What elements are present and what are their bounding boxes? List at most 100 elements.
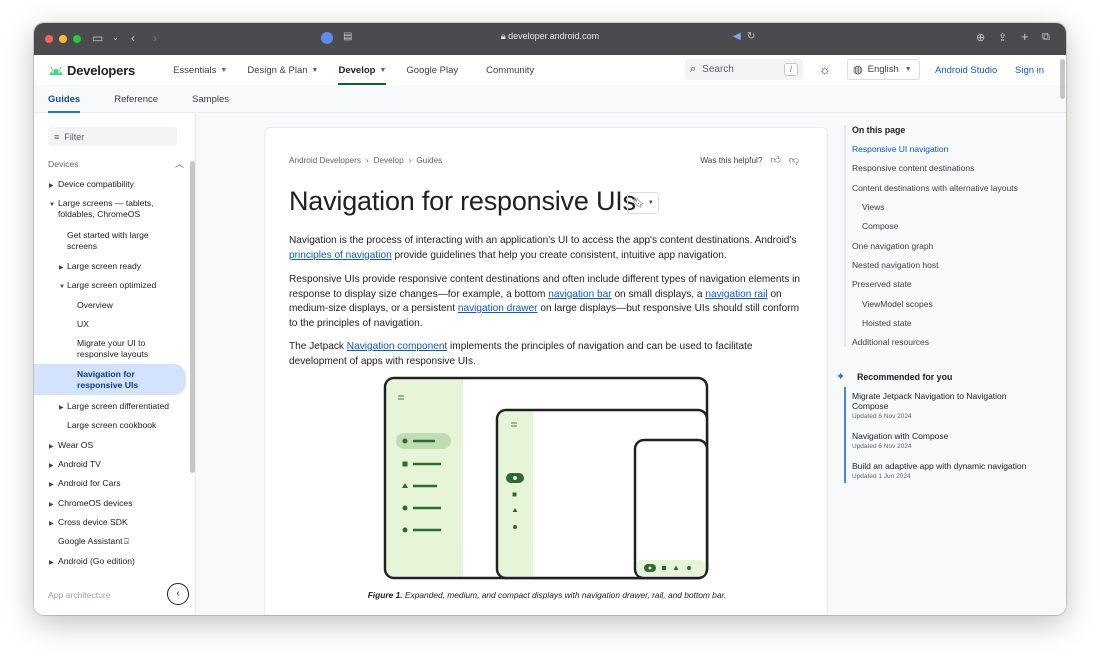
nav-item-label: Devices [48, 159, 79, 169]
nav-item-get-started[interactable]: Get started with large screens [34, 230, 186, 254]
nav-item-label: Wear OS [58, 440, 94, 450]
nav-item-label: Overview [77, 300, 113, 310]
navigation-component-link[interactable]: Navigation component [347, 341, 447, 352]
toc-item-alternative-layouts[interactable]: Content destinations with alternative la… [852, 183, 1018, 194]
thumbs-down-icon[interactable]: 👎︎ [789, 154, 799, 166]
collapse-sidebar-button[interactable]: ‹ [167, 583, 189, 605]
text: Navigation is the process of interacting… [289, 235, 797, 246]
sparkle-icon: ✦ [836, 371, 846, 383]
toc-item-hoisted-state[interactable]: Hoisted state [862, 318, 912, 329]
logo-text: Developers [67, 62, 136, 78]
tab-reference[interactable]: Reference [100, 85, 172, 113]
nav-label: Essentials [173, 64, 217, 76]
tabs-overview-icon[interactable]: ⧉ [1042, 31, 1050, 44]
recommended-item[interactable]: Migrate Jetpack Navigation to Navigation… [852, 391, 1042, 422]
toc-title: On this page [852, 125, 906, 135]
toc-item-preserved-state[interactable]: Preserved state [852, 279, 912, 290]
caret-down-icon: ▼ [647, 200, 654, 206]
search-shortcut: / [784, 63, 798, 76]
lock-icon: 🔒︎ [500, 31, 506, 41]
nav-develop[interactable]: Develop ▼ [328, 55, 396, 85]
recommended-item-title: Build an adaptive app with dynamic navig… [852, 461, 1027, 471]
toc-item-compose[interactable]: Compose [862, 221, 898, 232]
navigation-drawer-link[interactable]: navigation drawer [458, 303, 538, 314]
nav-item-label: Large screen differentiated [67, 401, 170, 411]
nav-item-label: ChromeOS devices [58, 498, 133, 508]
chevron-right-icon: › [365, 156, 369, 165]
nav-label: Google Play [406, 64, 459, 76]
theme-toggle-icon[interactable]: ☼ [819, 62, 831, 77]
browser-window: ▭ ⌄ ‹ › ▤ 🔒︎ developer.android.com ◀︎ ↻ … [34, 23, 1066, 615]
nav-label: Design & Plan [247, 64, 308, 76]
address-bar[interactable]: 🔒︎ developer.android.com [34, 31, 1066, 42]
nav-item-label: Device compatibility [58, 179, 134, 189]
figure-illustration [375, 376, 709, 587]
nav-community[interactable]: Community [476, 55, 544, 85]
nav-google-play[interactable]: Google Play [396, 55, 468, 85]
toc-item-responsive-ui-navigation[interactable]: Responsive UI navigation [852, 144, 948, 155]
expand-arrow-icon: ▶ [49, 463, 54, 469]
nav-item-label: Google Assistant [58, 536, 123, 546]
developers-logo[interactable]: Developers [48, 63, 135, 78]
top-nav: Essentials ▼ Design & Plan ▼ Develop ▼ Goog… [163, 55, 544, 85]
site-header: Developers Essentials ▼ Design & Plan ▼ De… [34, 55, 1066, 85]
sign-in-link[interactable]: Sign in [1015, 65, 1044, 76]
expand-arrow-icon: ▶ [49, 560, 54, 566]
nav-item-label: Cross device SDK [58, 517, 128, 527]
android-studio-link[interactable]: Android Studio [935, 65, 997, 76]
expand-arrow-icon: ▶ [49, 183, 54, 189]
toc-item-views[interactable]: Views [862, 202, 885, 213]
url-text: developer.android.com [508, 31, 600, 41]
thumbs-up-icon[interactable]: 👍︎ [770, 154, 780, 166]
breadcrumb-android-developers[interactable]: Android Developers [289, 156, 361, 165]
tab-guides[interactable]: Guides [34, 85, 94, 113]
breadcrumb-guides[interactable]: Guides [416, 156, 442, 165]
recommended-item[interactable]: Navigation with Compose Updated 6 Nov 20… [852, 431, 1042, 452]
recommended-item[interactable]: Build an adaptive app with dynamic navig… [852, 461, 1042, 482]
language-select[interactable]: ◍ English ▼ [847, 59, 920, 80]
nav-section-devices[interactable]: Devices ︿ [48, 159, 184, 170]
recommended-item-date: Updated 1 Jun 2024 [852, 473, 911, 480]
filter-icon: ≡ [54, 131, 60, 142]
audio-icon[interactable]: ◀︎ [733, 31, 741, 42]
share-icon[interactable]: ⇪ [998, 31, 1007, 44]
bookmark-icon: 🔖︎ [632, 197, 645, 209]
new-tab-icon[interactable]: + [1021, 29, 1029, 44]
tab-samples[interactable]: Samples [178, 85, 243, 113]
caret-down-icon: ▼ [220, 66, 228, 74]
nav-item-navigation-responsive[interactable]: Navigation for responsive UIs [34, 364, 186, 395]
toc-item-nested-host[interactable]: Nested navigation host [852, 260, 938, 271]
breadcrumb: Android Developers › Develop › Guides [289, 156, 442, 165]
chevron-up-icon: ︿ [174, 159, 184, 169]
bookmark-button[interactable]: 🔖︎ ▼ [627, 192, 659, 214]
search-placeholder: Search [702, 64, 734, 75]
filter-input[interactable]: ≡ Filter [48, 127, 177, 146]
collapse-arrow-icon: ▼ [59, 284, 65, 290]
nav-label: Develop [338, 64, 376, 76]
toc-item-responsive-content[interactable]: Responsive content destinations [852, 163, 974, 174]
toc-item-one-navigation-graph[interactable]: One navigation graph [852, 241, 933, 252]
toc-item-additional-resources[interactable]: Additional resources [852, 337, 929, 348]
download-icon[interactable]: ⊕ [976, 31, 985, 44]
toc-item-viewmodel-scopes[interactable]: ViewModel scopes [862, 299, 933, 310]
principles-link[interactable]: principles of navigation [289, 250, 392, 261]
chevron-right-icon: › [408, 156, 412, 165]
page-scrollbar[interactable] [1060, 59, 1065, 99]
nav-item-migrate-ui[interactable]: Migrate your UI to responsive layouts [34, 338, 186, 362]
responsive-layouts-illustration [383, 376, 709, 580]
globe-icon: ◍ [853, 64, 863, 76]
responsive-paragraph: Responsive UIs provide responsive conten… [289, 273, 805, 331]
sidebar-scrollbar[interactable] [190, 161, 195, 473]
intro-paragraph: Navigation is the process of interacting… [289, 234, 805, 263]
navigation-bar-link[interactable]: navigation bar [548, 289, 611, 300]
breadcrumb-develop[interactable]: Develop [374, 156, 404, 165]
search-box[interactable]: ⌕ Search / [685, 59, 803, 80]
nav-design-plan[interactable]: Design & Plan ▼ [237, 55, 328, 85]
navigation-rail-link[interactable]: navigation rail [705, 289, 767, 300]
reload-icon[interactable]: ↻ [747, 31, 755, 42]
nav-essentials[interactable]: Essentials ▼ [163, 55, 237, 85]
external-link-icon: ⍈ [124, 537, 129, 546]
nav-item-label: Android TV [58, 459, 101, 469]
nav-item-large-screens[interactable]: ▼ Large screens — tablets, foldables, Ch… [34, 198, 186, 222]
recommended-title: Recommended for you [857, 372, 953, 382]
